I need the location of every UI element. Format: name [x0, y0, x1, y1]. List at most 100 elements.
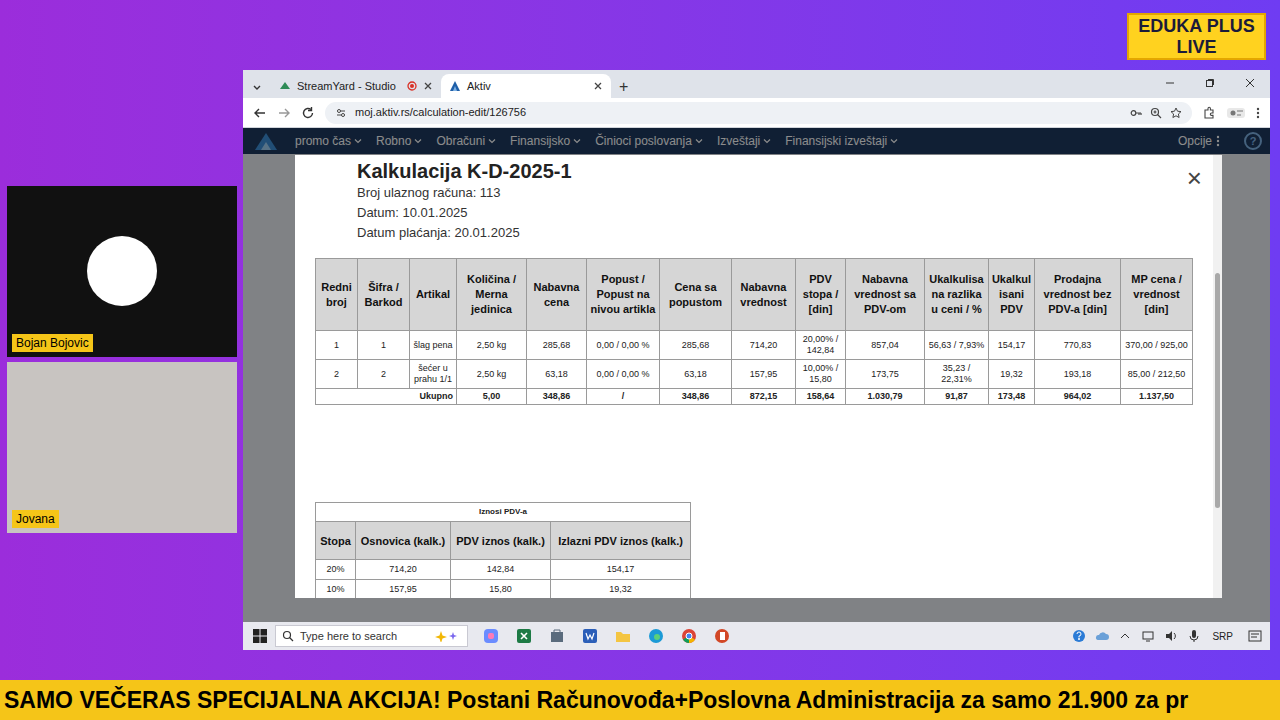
column-header: Nabavna cena [527, 259, 587, 331]
modal-info-line: Broj ulaznog računa: 113 [357, 183, 1222, 203]
weather-icon[interactable] [1095, 629, 1109, 643]
table-cell: 35,23 / 22,31% [925, 360, 989, 389]
folder-icon[interactable] [614, 627, 632, 645]
url-field[interactable]: moj.aktiv.rs/calculation-edit/126756 [325, 102, 1192, 124]
help-tray-icon[interactable] [1072, 629, 1086, 643]
star-icon[interactable] [1170, 107, 1182, 119]
extensions-icon[interactable] [1202, 106, 1216, 120]
participant-tile: Bojan Bojovic [7, 186, 237, 357]
taskbar: Type here to search SRP [243, 622, 1270, 650]
tab-close-icon[interactable] [593, 81, 603, 91]
modal-header: Kalkulacija K-D-2025-1Broj ulaznog račun… [315, 159, 1222, 243]
notification-icon[interactable] [1248, 629, 1262, 643]
total-cell: / [587, 389, 660, 405]
word-icon[interactable] [581, 627, 599, 645]
reload-icon[interactable] [301, 106, 315, 120]
column-header: Ukalkulisani PDV [989, 259, 1035, 331]
badge-subtitle: LIVE [1176, 37, 1216, 58]
keyboard-language[interactable]: SRP [1212, 629, 1233, 644]
modal-scrollbar[interactable] [1213, 155, 1222, 598]
vat-cell: 157,95 [356, 580, 451, 599]
vat-table: Iznosi PDV-aStopaOsnovica (kalk.)PDV izn… [315, 502, 691, 598]
menu-icon[interactable] [1256, 106, 1260, 120]
volume-icon[interactable] [1164, 629, 1178, 643]
network-icon[interactable] [1141, 629, 1155, 643]
tab-label[interactable]: Aktiv [467, 78, 587, 95]
taskbar-apps [482, 627, 731, 645]
sparkle-icon [435, 630, 461, 642]
tab-label[interactable]: StreamYard - Studio [297, 78, 401, 95]
total-cell: 872,15 [732, 389, 796, 405]
column-header: Prodajna vrednost bez PDV-a [din] [1035, 259, 1121, 331]
scrollbar-thumb[interactable] [1215, 273, 1220, 508]
table-cell: 63,18 [527, 360, 587, 389]
zoom-icon[interactable] [1150, 107, 1162, 119]
new-tab-button[interactable]: + [611, 76, 636, 98]
minimize-icon[interactable] [1150, 70, 1190, 96]
search-placeholder[interactable]: Type here to search [300, 628, 429, 645]
tab-favicon-icon [449, 80, 461, 92]
taskbar-search[interactable]: Type here to search [275, 625, 468, 647]
key-icon[interactable] [1130, 107, 1142, 119]
column-header: Ukalkulisana razlika u ceni / % [925, 259, 989, 331]
windows-start-icon[interactable] [253, 629, 267, 643]
total-row: Ukupno5,00348,86/348,86872,15158,641.030… [316, 389, 1193, 405]
store-icon[interactable] [548, 627, 566, 645]
vat-title-row: Iznosi PDV-a [316, 503, 691, 522]
table-cell: 157,95 [732, 360, 796, 389]
participant-name: Bojan Bojovic [12, 334, 93, 352]
microphone-icon[interactable] [1187, 629, 1201, 643]
chrome-icon[interactable] [680, 627, 698, 645]
vat-cell: 142,84 [451, 560, 551, 580]
excel-icon[interactable] [515, 627, 533, 645]
table-cell: 1 [316, 331, 358, 360]
back-icon[interactable] [253, 106, 267, 120]
table-cell: 85,00 / 212,50 [1121, 360, 1193, 389]
close-window-icon[interactable] [1230, 70, 1270, 96]
system-tray: SRP [1072, 629, 1262, 644]
modal-info-line: Datum plaćanja: 20.01.2025 [357, 223, 1222, 243]
vat-column-header: Osnovica (kalk.) [356, 522, 451, 560]
modal-title: Kalkulacija K-D-2025-1 [357, 159, 1222, 183]
browser-tab[interactable]: StreamYard - Studio [271, 74, 441, 98]
restore-icon[interactable] [1190, 70, 1230, 96]
column-header: Cena sa popustom [660, 259, 732, 331]
participant-tiles: Bojan Bojovic Jovana [7, 186, 237, 533]
total-label: Ukupno [316, 389, 457, 405]
table-cell: 63,18 [660, 360, 732, 389]
table-cell: 0,00 / 0,00 % [587, 331, 660, 360]
table-cell: 173,75 [846, 360, 925, 389]
url-text[interactable]: moj.aktiv.rs/calculation-edit/126756 [355, 104, 526, 121]
live-badge: EDUKA PLUSLIVE [1127, 13, 1266, 60]
participant-tile: Jovana [7, 362, 237, 533]
column-header: Nabavna vrednost sa PDV-om [846, 259, 925, 331]
close-modal-button[interactable]: × [1187, 165, 1202, 191]
page-content: promo časRobnoObračuniFinansijskoČinioci… [243, 128, 1270, 622]
tab-favicon-icon [279, 80, 291, 92]
profile-icon[interactable] [1226, 106, 1246, 120]
table-cell: 1 [358, 331, 410, 360]
site-info-icon[interactable] [335, 107, 347, 119]
browser-tab[interactable]: Aktiv [441, 74, 611, 98]
table-cell: 370,00 / 925,00 [1121, 331, 1193, 360]
total-cell: 91,87 [925, 389, 989, 405]
participant-name: Jovana [12, 510, 59, 528]
table-cell: 56,63 / 7,93% [925, 331, 989, 360]
tab-search-icon[interactable] [249, 76, 265, 98]
table-cell: šećer u prahu 1/1 [410, 360, 457, 389]
forward-icon[interactable] [277, 106, 291, 120]
table-row: 11šlag pena2,50 kg285,680,00 / 0,00 %285… [316, 331, 1193, 360]
tab-strip: StreamYard - Studio Aktiv + [243, 70, 1270, 98]
stream-canvas: EDUKA PLUSLIVE Bojan Bojovic Jovana Strea… [0, 0, 1280, 720]
ticker-banner: SAMO VEČERAS SPECIJALNA AKCIJA! Postani … [0, 680, 1280, 720]
edge-icon[interactable] [647, 627, 665, 645]
table-cell: 2 [358, 360, 410, 389]
chevron-up-icon[interactable] [1118, 629, 1132, 643]
address-bar: moj.aktiv.rs/calculation-edit/126756 [243, 98, 1270, 128]
copilot-icon[interactable] [482, 627, 500, 645]
powerpoint-icon[interactable] [713, 627, 731, 645]
tab-close-icon[interactable] [423, 81, 433, 91]
vat-row: 10%157,9515,8019,32 [316, 580, 691, 599]
column-header: Popust / Popust na nivou artikla [587, 259, 660, 331]
table-cell: 193,18 [1035, 360, 1121, 389]
